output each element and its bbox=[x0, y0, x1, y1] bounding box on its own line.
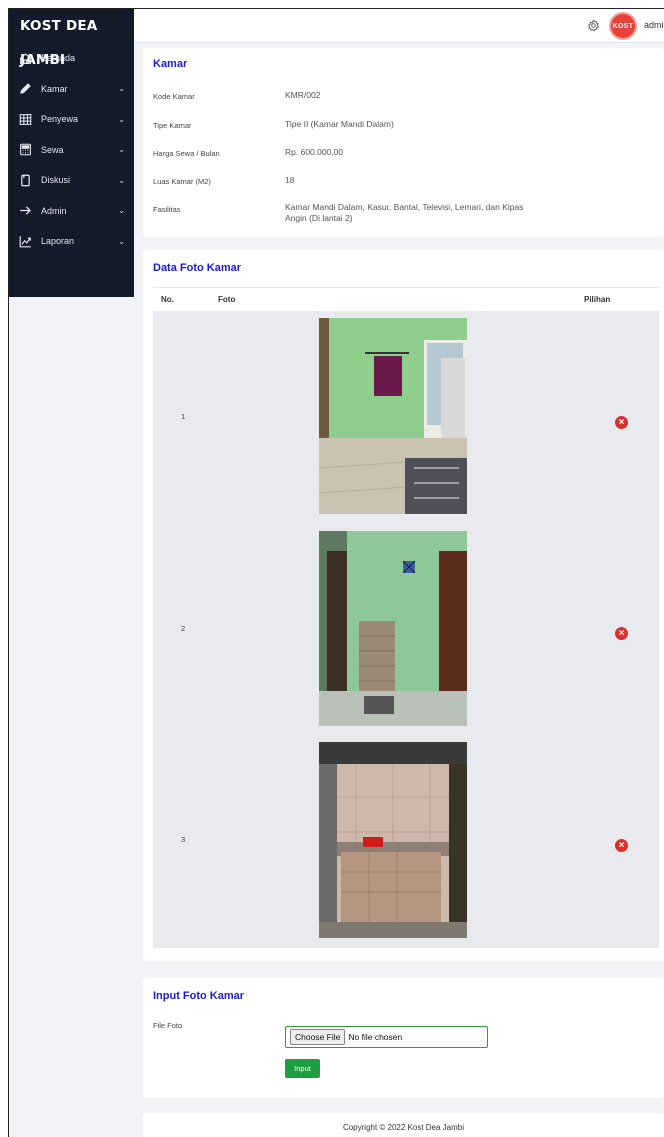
table-row: 1 × bbox=[153, 311, 659, 523]
chevron-down-icon: ⌄ bbox=[118, 175, 125, 185]
top-bar: KOST admin bbox=[134, 9, 664, 43]
room-photo[interactable] bbox=[319, 742, 467, 938]
home-icon bbox=[18, 51, 32, 65]
table-row: 3 × bbox=[153, 734, 659, 948]
sidebar-item-admin[interactable]: Admin ⌄ bbox=[9, 196, 134, 227]
sidebar-item-beranda[interactable]: Beranda bbox=[9, 43, 134, 74]
file-foto-label: File Foto bbox=[153, 1021, 183, 1030]
sidebar-item-laporan[interactable]: Laporan ⌄ bbox=[9, 226, 134, 257]
field-value: Kamar Mandi Dalam, Kasur, Bantal, Televi… bbox=[285, 202, 524, 223]
sidebar-item-label: Laporan bbox=[41, 236, 75, 247]
sidebar-item-penyewa[interactable]: Penyewa ⌄ bbox=[9, 104, 134, 135]
sidebar-item-label: Penyewa bbox=[41, 114, 79, 125]
app-frame: KOST DEA JAMBI Beranda Kamar ⌄ Penyewa ⌄ bbox=[8, 8, 664, 1137]
field-label: Luas Kamar (M2) bbox=[153, 177, 211, 186]
kamar-detail-card: Kamar Kode Kamar KMR/002 Tipe Kamar Tipe… bbox=[143, 48, 664, 237]
room-photo[interactable] bbox=[319, 531, 467, 726]
copyright-text: Copyright © 2022 Kost Dea Jambi bbox=[342, 1123, 465, 1132]
table-header: No. Foto Pilihan bbox=[153, 287, 659, 311]
pencil-icon bbox=[18, 82, 32, 96]
calculator-icon bbox=[18, 143, 32, 157]
delete-icon[interactable]: × bbox=[615, 839, 628, 852]
table-row: 2 × bbox=[153, 523, 659, 734]
card-title: Data Foto Kamar bbox=[153, 262, 242, 274]
field-value: Rp. 600.000,00 bbox=[285, 147, 344, 157]
arrow-right-icon bbox=[18, 204, 32, 218]
column-header-pilihan: Pilihan bbox=[584, 295, 611, 304]
field-label: Tipe Kamar bbox=[153, 121, 192, 130]
sidebar-item-label: Diskusi bbox=[41, 175, 71, 186]
field-label: Harga Sewa / Bulan bbox=[153, 149, 220, 158]
field-value: Tipe II (Kamar Mandi Dalam) bbox=[285, 119, 394, 129]
field-value: 18 bbox=[285, 175, 295, 185]
input-submit-button[interactable]: Input bbox=[285, 1059, 320, 1078]
sidebar-item-kamar[interactable]: Kamar ⌄ bbox=[9, 74, 134, 105]
footer: Copyright © 2022 Kost Dea Jambi bbox=[143, 1113, 664, 1137]
column-header-foto: Foto bbox=[218, 295, 236, 304]
sidebar-item-label: Beranda bbox=[41, 53, 76, 64]
chevron-down-icon: ⌄ bbox=[118, 84, 125, 94]
avatar[interactable]: KOST bbox=[609, 12, 637, 40]
chevron-down-icon: ⌄ bbox=[118, 236, 125, 246]
field-value: KMR/002 bbox=[285, 90, 321, 100]
brand-title: KOST DEA JAMBI bbox=[20, 18, 98, 68]
choose-file-button[interactable]: Choose File bbox=[290, 1029, 346, 1045]
delete-icon[interactable]: × bbox=[615, 416, 628, 429]
copy-icon bbox=[18, 173, 32, 187]
input-foto-card: Input Foto Kamar File Foto Choose File N… bbox=[143, 978, 664, 1098]
card-title: Input Foto Kamar bbox=[153, 990, 245, 1002]
file-status-text: No file chosen bbox=[348, 1032, 403, 1042]
table-icon bbox=[18, 112, 32, 126]
foto-kamar-card: Data Foto Kamar No. Foto Pilihan 1 × 2 ×… bbox=[143, 250, 664, 961]
avatar-logo-text: KOST bbox=[612, 22, 634, 30]
field-label: Fasilitas bbox=[153, 205, 181, 214]
trend-chart-icon bbox=[18, 234, 32, 248]
delete-icon[interactable]: × bbox=[615, 627, 628, 640]
row-number: 3 bbox=[181, 835, 186, 844]
column-header-no: No. bbox=[161, 295, 174, 304]
chevron-down-icon: ⌄ bbox=[118, 114, 125, 124]
card-title: Kamar bbox=[153, 58, 188, 70]
room-photo[interactable] bbox=[319, 318, 467, 514]
gear-icon[interactable] bbox=[587, 19, 600, 32]
sidebar-item-label: Admin bbox=[41, 205, 67, 216]
row-number: 1 bbox=[181, 412, 186, 421]
file-input[interactable]: Choose File No file chosen bbox=[285, 1026, 488, 1048]
sidebar: KOST DEA JAMBI Beranda Kamar ⌄ Penyewa ⌄ bbox=[9, 9, 134, 297]
row-number: 2 bbox=[181, 624, 186, 633]
sidebar-item-diskusi[interactable]: Diskusi ⌄ bbox=[9, 165, 134, 196]
sidebar-item-sewa[interactable]: Sewa ⌄ bbox=[9, 135, 134, 166]
sidebar-item-label: Sewa bbox=[41, 144, 64, 155]
sidebar-item-label: Kamar bbox=[41, 83, 68, 94]
chevron-down-icon: ⌄ bbox=[118, 145, 125, 155]
user-name[interactable]: admin bbox=[644, 20, 664, 30]
field-label: Kode Kamar bbox=[153, 92, 195, 101]
chevron-down-icon: ⌄ bbox=[118, 206, 125, 216]
